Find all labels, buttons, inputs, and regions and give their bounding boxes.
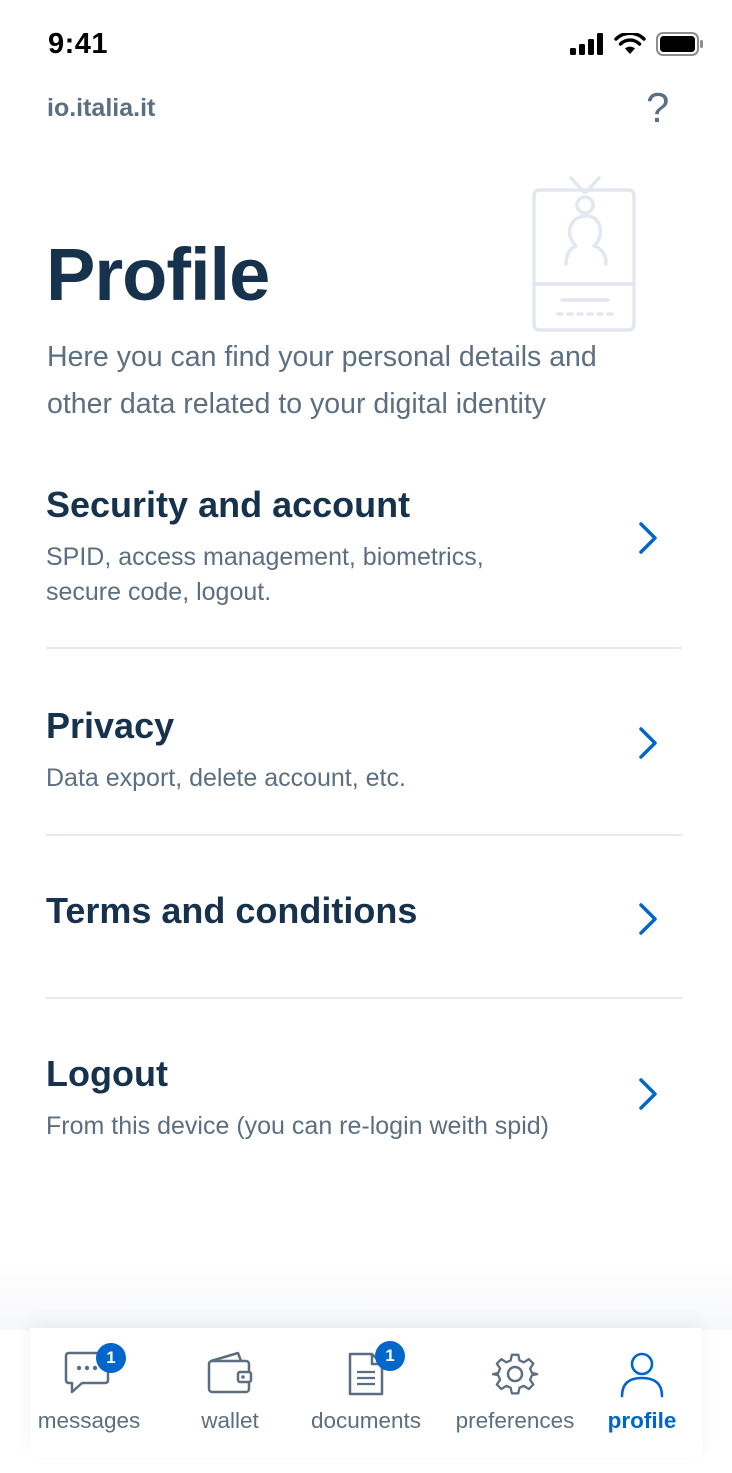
tab-label: messages (37, 1408, 141, 1433)
divider (46, 647, 682, 649)
chevron-right-icon (639, 522, 657, 554)
menu-item-description: From this device (you can re-login weith… (46, 1112, 549, 1140)
chevron-right-icon (639, 903, 657, 935)
menu-item-security[interactable]: Security and account SPID, access manage… (46, 484, 682, 634)
menu-item-logout[interactable]: Logout From this device (you can re-logi… (46, 1053, 682, 1173)
tab-profile[interactable]: profile (575, 1328, 709, 1458)
documents-badge: 1 (375, 1341, 405, 1371)
user-icon (620, 1352, 664, 1398)
menu-item-description: Data export, delete account, etc. (46, 764, 406, 792)
help-icon[interactable]: ? (646, 84, 669, 132)
page-subtitle: Here you can find your personal details … (47, 341, 597, 420)
battery-icon (656, 32, 703, 56)
tab-messages[interactable]: 1 messages (22, 1328, 156, 1458)
messages-badge: 1 (96, 1343, 126, 1373)
gear-icon (491, 1353, 539, 1395)
menu-item-title: Terms and conditions (46, 890, 418, 931)
status-time: 9:41 (48, 28, 109, 60)
signal-icon (570, 33, 603, 55)
tab-label: profile (607, 1408, 677, 1433)
tab-bar: 1 messages wallet 1 documents preference… (30, 1328, 702, 1458)
divider (46, 997, 682, 999)
chevron-right-icon (639, 1078, 657, 1110)
menu-item-title: Privacy (46, 705, 175, 746)
status-bar: 9:41 (0, 0, 732, 90)
id-badge-icon (532, 176, 636, 332)
wallet-icon (207, 1351, 253, 1394)
wifi-icon (614, 33, 646, 54)
menu-item-description: SPID, access management, biometrics, sec… (46, 543, 484, 606)
tab-bar-shadow (0, 1260, 732, 1330)
tab-wallet[interactable]: wallet (163, 1328, 297, 1458)
status-icons (570, 32, 704, 56)
chevron-right-icon (639, 727, 657, 759)
tab-documents[interactable]: 1 documents (299, 1328, 433, 1458)
app-header: io.italia.it ? (0, 84, 732, 140)
menu-item-privacy[interactable]: Privacy Data export, delete account, etc… (46, 705, 682, 815)
tab-label: wallet (201, 1408, 259, 1433)
tab-label: documents (310, 1408, 422, 1433)
tab-label: preferences (455, 1408, 575, 1433)
menu-item-terms[interactable]: Terms and conditions (46, 890, 682, 970)
page-title: Profile (46, 233, 270, 316)
menu-item-title: Security and account (46, 484, 411, 525)
header-title: io.italia.it (47, 94, 156, 122)
divider (46, 834, 682, 836)
tab-preferences[interactable]: preferences (448, 1328, 582, 1458)
menu-item-title: Logout (46, 1053, 168, 1094)
